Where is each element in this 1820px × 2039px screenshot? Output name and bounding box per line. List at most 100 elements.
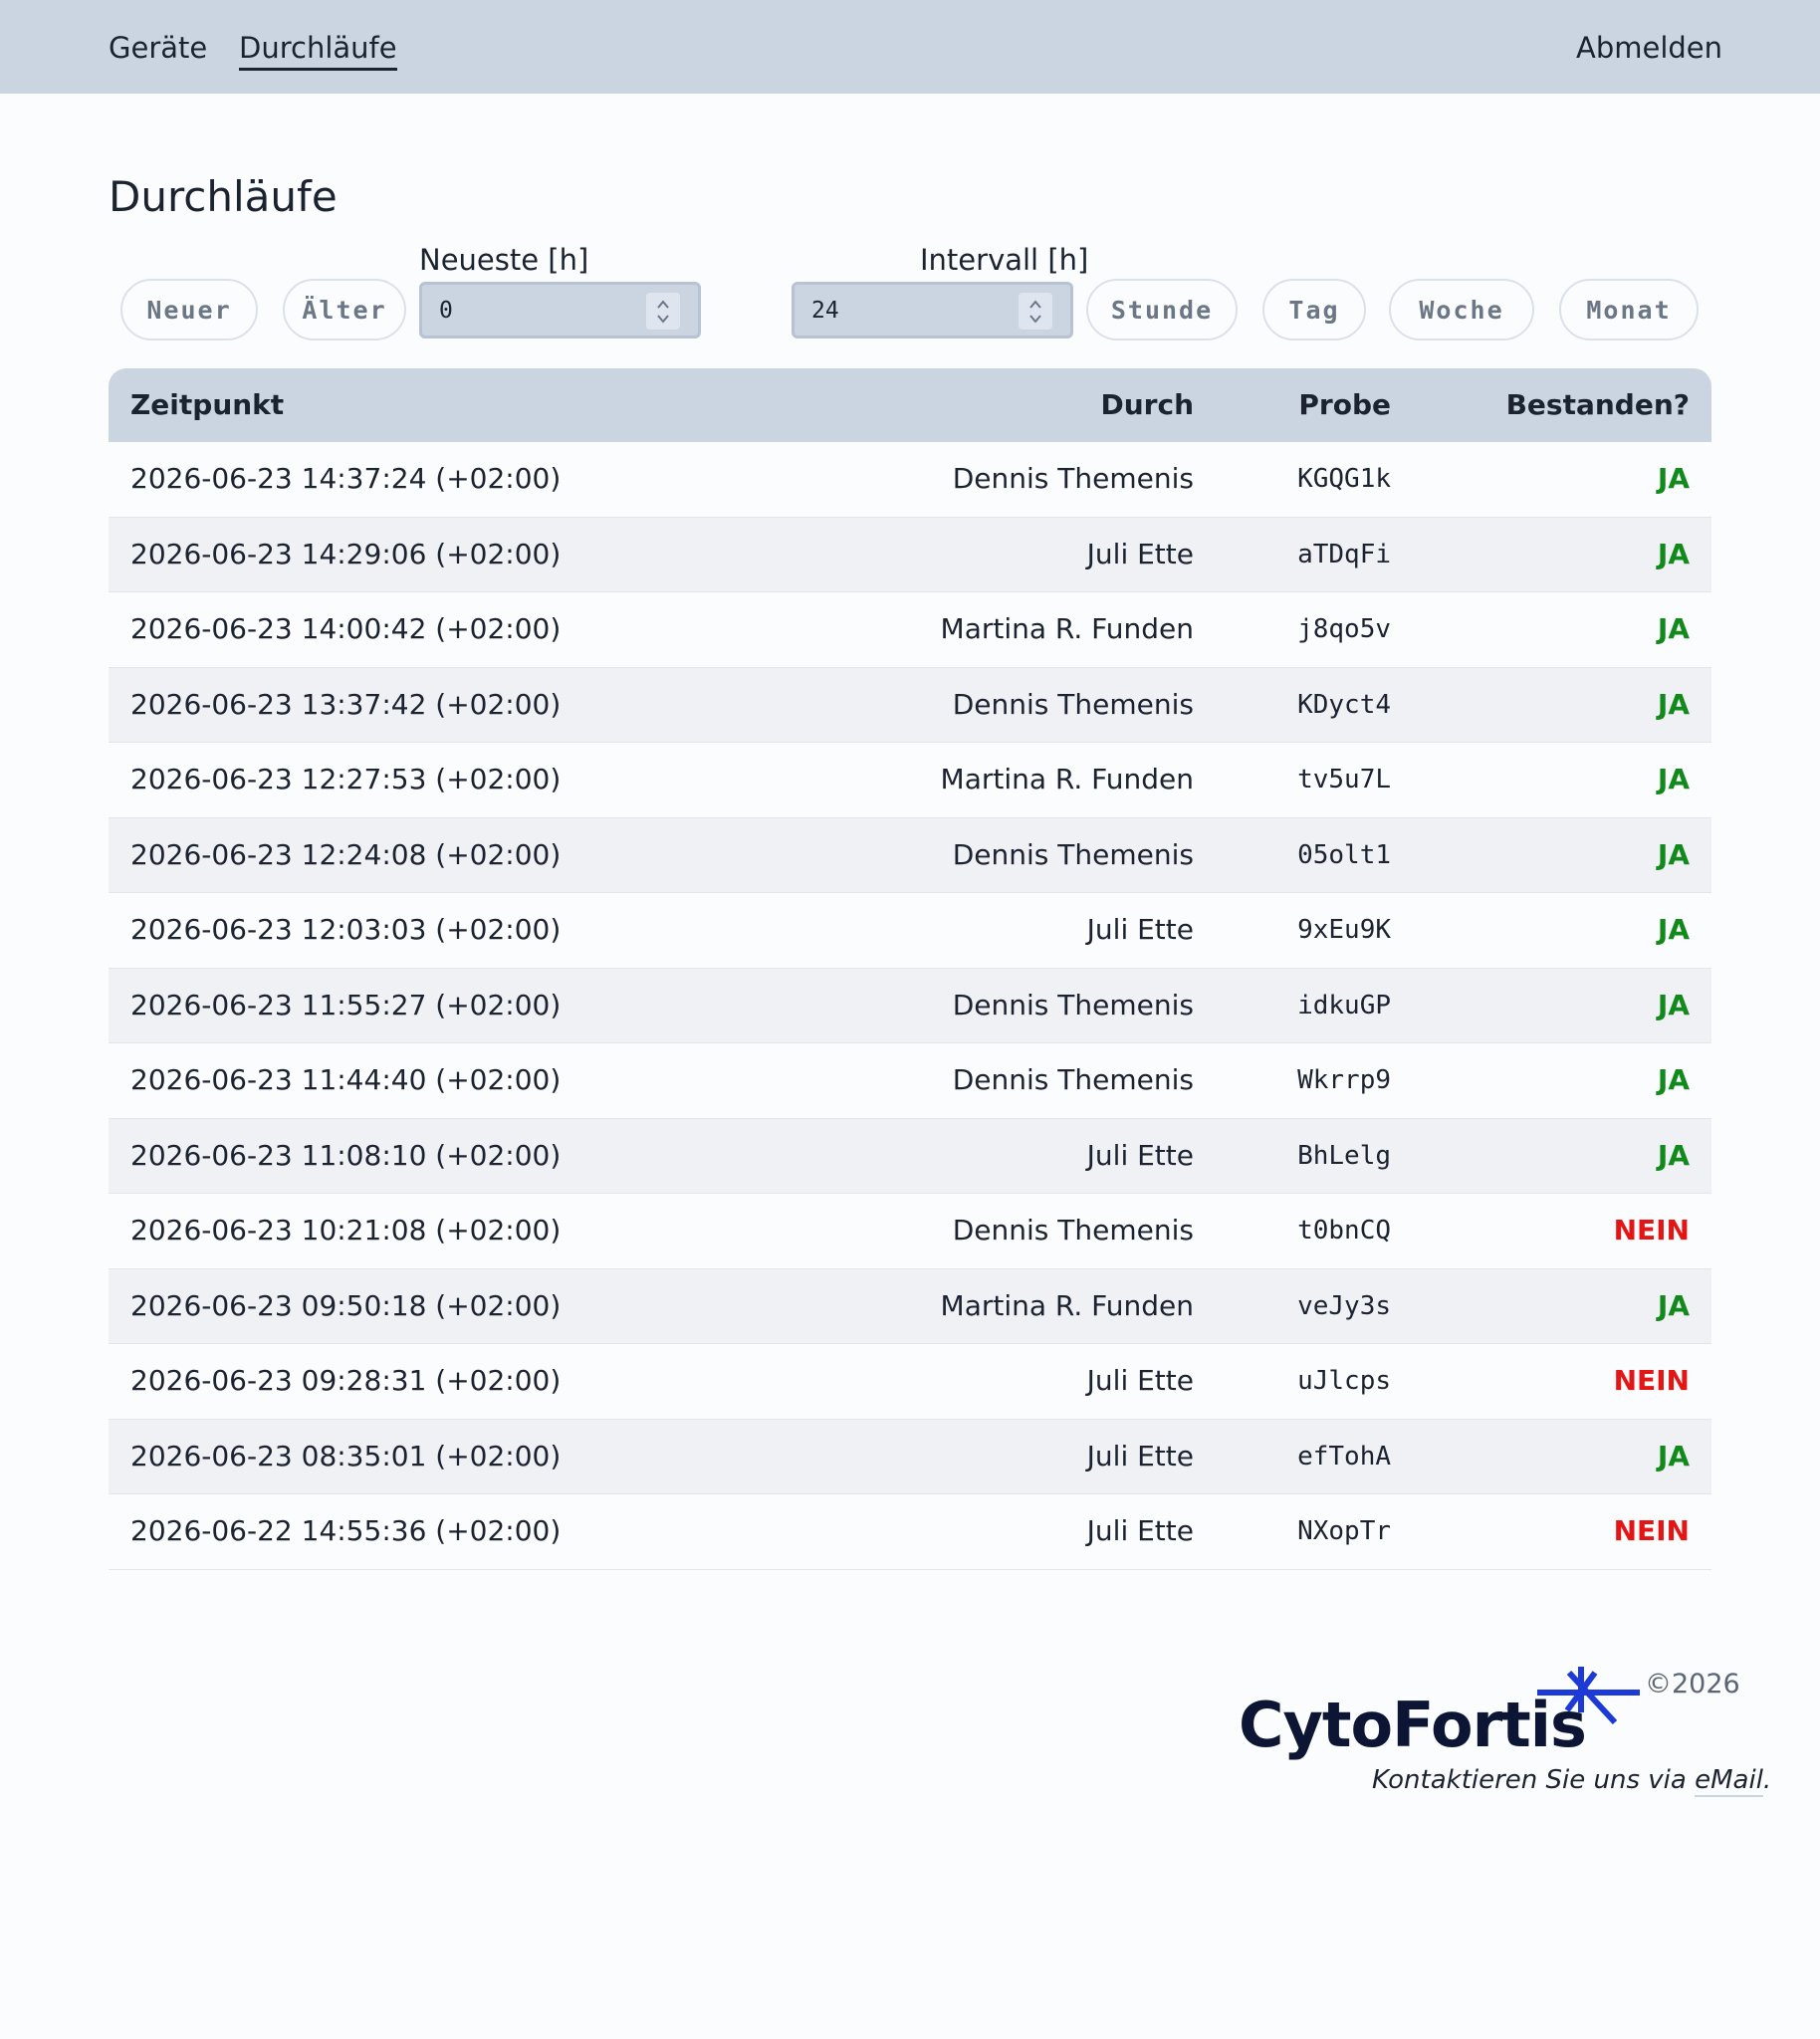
cell-durch: Juli Ette (1086, 537, 1194, 570)
header-bestanden: Bestanden? (1505, 388, 1690, 421)
cell-durch: Juli Ette (1086, 1514, 1194, 1547)
newest-hours-stepper[interactable] (646, 293, 680, 330)
cell-probe: j8qo5v (1297, 614, 1391, 644)
table-row: 2026-06-23 12:27:53 (+02:00) Martina R. F… (109, 743, 1711, 818)
interval-hours-value: 24 (811, 297, 839, 324)
cell-durch: Dennis Themenis (952, 988, 1194, 1021)
header-probe: Probe (1298, 388, 1391, 421)
older-button[interactable]: Älter (283, 279, 406, 340)
cell-zeitpunkt: 2026-06-23 13:37:42 (+02:00) (130, 687, 562, 721)
interval-hours-input[interactable]: 24 (792, 282, 1073, 339)
cell-bestanden: JA (1657, 837, 1690, 871)
cell-zeitpunkt: 2026-06-23 11:55:27 (+02:00) (130, 988, 562, 1021)
nav-link-durchlaeufe[interactable]: Durchläufe (239, 30, 397, 71)
nav-link-geraete[interactable]: Geräte (109, 30, 207, 68)
logout-link[interactable]: Abmelden (1576, 30, 1722, 68)
table-row: 2026-06-23 09:28:31 (+02:00) Juli Ette uJl… (109, 1344, 1711, 1420)
cell-durch: Juli Ette (1086, 1138, 1194, 1172)
cell-zeitpunkt: 2026-06-23 12:03:03 (+02:00) (130, 913, 562, 946)
table-row: 2026-06-23 13:37:42 (+02:00) Dennis Theme… (109, 667, 1711, 743)
cell-probe: tv5u7L (1297, 765, 1391, 794)
cell-durch: Juli Ette (1086, 1439, 1194, 1473)
cell-durch: Juli Ette (1086, 913, 1194, 946)
cell-bestanden: NEIN (1613, 1214, 1690, 1246)
logo-text: CytoFortis (1239, 1689, 1587, 1761)
preset-month-button[interactable]: Monat (1559, 279, 1699, 340)
table-row: 2026-06-23 12:24:08 (+02:00) Dennis Theme… (109, 817, 1711, 893)
cell-zeitpunkt: 2026-06-23 14:29:06 (+02:00) (130, 537, 562, 570)
cell-bestanden: JA (1657, 988, 1690, 1021)
cell-zeitpunkt: 2026-06-23 09:50:18 (+02:00) (130, 1288, 562, 1322)
header-durch: Durch (1100, 388, 1194, 421)
contact-text: Kontaktieren Sie uns via eMail. (1372, 1763, 1771, 1797)
cell-probe: idkuGP (1297, 990, 1391, 1020)
table-row: 2026-06-23 14:37:24 (+02:00) Dennis Theme… (109, 442, 1711, 518)
cell-probe: KGQG1k (1297, 464, 1391, 494)
header-zeitpunkt: Zeitpunkt (130, 388, 285, 421)
cell-probe: Wkrrp9 (1297, 1065, 1391, 1095)
cell-zeitpunkt: 2026-06-23 14:00:42 (+02:00) (130, 612, 562, 645)
newer-button[interactable]: Neuer (120, 279, 258, 340)
table-row: 2026-06-23 11:55:27 (+02:00) Dennis Theme… (109, 968, 1711, 1043)
cell-probe: t0bnCQ (1297, 1216, 1391, 1246)
contact-prefix: Kontaktieren Sie uns via (1372, 1765, 1696, 1795)
preset-hour-button[interactable]: Stunde (1086, 279, 1238, 340)
stepper-up-down-icon (657, 299, 669, 324)
table-row: 2026-06-23 11:44:40 (+02:00) Dennis Theme… (109, 1043, 1711, 1119)
preset-day-button[interactable]: Tag (1262, 279, 1366, 340)
cell-zeitpunkt: 2026-06-23 08:35:01 (+02:00) (130, 1439, 562, 1473)
cell-durch: Dennis Themenis (952, 1214, 1194, 1246)
cell-zeitpunkt: 2026-06-23 11:08:10 (+02:00) (130, 1138, 562, 1172)
cell-zeitpunkt: 2026-06-23 14:37:24 (+02:00) (130, 462, 562, 495)
contact-suffix: . (1762, 1765, 1772, 1795)
cell-zeitpunkt: 2026-06-23 09:28:31 (+02:00) (130, 1364, 562, 1397)
cell-zeitpunkt: 2026-06-22 14:55:36 (+02:00) (130, 1514, 562, 1547)
cell-zeitpunkt: 2026-06-23 10:21:08 (+02:00) (130, 1214, 562, 1246)
table-row: 2026-06-23 14:29:06 (+02:00) Juli Ette aTD… (109, 517, 1711, 592)
cell-probe: uJlcps (1297, 1366, 1391, 1396)
newest-hours-input[interactable]: 0 (419, 282, 701, 339)
cell-probe: BhLelg (1297, 1140, 1391, 1171)
preset-week-button[interactable]: Woche (1389, 279, 1534, 340)
cytofortis-logo: CytoFortis (1239, 1663, 1657, 1762)
interval-hours-stepper[interactable] (1019, 293, 1052, 330)
cell-probe: 9xEu9K (1297, 915, 1391, 945)
newest-hours-value: 0 (439, 297, 453, 324)
runs-table: Zeitpunkt Durch Probe Bestanden? 2026-06… (109, 368, 1711, 1570)
cell-durch: Dennis Themenis (952, 462, 1194, 495)
cell-probe: 05olt1 (1297, 839, 1391, 870)
cell-zeitpunkt: 2026-06-23 12:24:08 (+02:00) (130, 837, 562, 871)
stepper-up-down-icon (1029, 299, 1041, 324)
cell-probe: KDyct4 (1297, 689, 1391, 720)
cell-bestanden: JA (1657, 1288, 1690, 1322)
asterisk-star-icon (1537, 1667, 1640, 1725)
cell-probe: efTohA (1297, 1441, 1391, 1472)
cell-probe: NXopTr (1297, 1516, 1391, 1546)
cell-bestanden: JA (1657, 612, 1690, 645)
top-nav-bar: Geräte Durchläufe Abmelden (0, 0, 1820, 94)
cell-bestanden: JA (1657, 763, 1690, 795)
cell-durch: Juli Ette (1086, 1364, 1194, 1397)
cell-durch: Martina R. Funden (940, 1288, 1194, 1322)
cell-durch: Martina R. Funden (940, 612, 1194, 645)
table-row: 2026-06-23 08:35:01 (+02:00) Juli Ette efT… (109, 1419, 1711, 1494)
cell-bestanden: JA (1657, 1439, 1690, 1473)
cell-zeitpunkt: 2026-06-23 11:44:40 (+02:00) (130, 1063, 562, 1096)
newest-label: Neueste [h] (419, 243, 589, 277)
cell-bestanden: NEIN (1613, 1514, 1690, 1547)
cell-durch: Dennis Themenis (952, 687, 1194, 721)
cell-bestanden: JA (1657, 537, 1690, 570)
cell-durch: Dennis Themenis (952, 1063, 1194, 1096)
table-header: Zeitpunkt Durch Probe Bestanden? (109, 368, 1711, 442)
email-link[interactable]: eMail (1695, 1765, 1763, 1797)
table-row: 2026-06-23 09:50:18 (+02:00) Martina R. F… (109, 1268, 1711, 1344)
cell-durch: Martina R. Funden (940, 763, 1194, 795)
cell-bestanden: JA (1657, 1138, 1690, 1172)
cell-bestanden: JA (1657, 913, 1690, 946)
cell-bestanden: NEIN (1613, 1364, 1690, 1397)
cell-probe: aTDqFi (1297, 539, 1391, 569)
table-row: 2026-06-23 11:08:10 (+02:00) Juli Ette BhL… (109, 1118, 1711, 1194)
cell-bestanden: JA (1657, 687, 1690, 721)
cell-probe: veJy3s (1297, 1290, 1391, 1321)
table-body: 2026-06-23 14:37:24 (+02:00) Dennis Theme… (109, 442, 1711, 1570)
